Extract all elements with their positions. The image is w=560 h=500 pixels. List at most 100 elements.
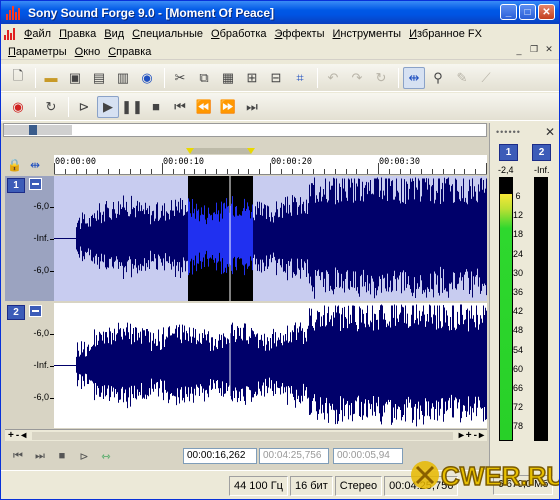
grip-icon[interactable]: ••••••	[496, 127, 521, 137]
zoom-in-button[interactable]: +	[8, 430, 14, 441]
waveform-channel-2[interactable]	[54, 303, 487, 428]
ruler-tick	[194, 169, 195, 174]
menu-item[interactable]: Обработка	[207, 28, 270, 40]
scroll-left-button[interactable]: ◂	[21, 430, 26, 441]
overview-thumb[interactable]	[4, 125, 72, 135]
selection-length-field[interactable]: 00:00:05,94	[333, 448, 403, 464]
scrub-icon[interactable]: ⇿	[95, 446, 117, 466]
peak-left-label[interactable]: -2,4	[498, 165, 514, 175]
play-all-icon[interactable]: ⊳	[73, 446, 95, 466]
go-start-icon[interactable]: ⏮	[169, 96, 191, 118]
channel-minimize-button[interactable]	[29, 178, 42, 190]
save-as-icon[interactable]: ▤	[88, 67, 110, 89]
time-ruler[interactable]: 00:00:00 00:00:10 00:00:20 00:00:30	[54, 155, 487, 175]
redo-icon[interactable]: ↷	[346, 67, 368, 89]
close-button[interactable]: ✕	[538, 4, 555, 20]
ruler-tick	[421, 169, 422, 174]
stop-icon[interactable]: ■	[145, 96, 167, 118]
go-end-icon[interactable]: ⏭	[29, 446, 51, 466]
play-icon[interactable]: ▶	[97, 95, 119, 118]
meter-channel-2-button[interactable]: 2	[532, 144, 551, 161]
selection-end-field[interactable]: 00:04:25,756	[259, 448, 329, 464]
magnify-tool-icon[interactable]: ⚲	[427, 67, 449, 89]
status-channels: Стерео	[334, 475, 383, 496]
zoom-in-right-button[interactable]: +	[466, 430, 472, 441]
overview-bar[interactable]	[3, 123, 487, 137]
loop-region[interactable]	[190, 148, 251, 154]
menu-item[interactable]: Специальные	[128, 28, 207, 40]
copy-icon[interactable]: ⧉	[193, 67, 215, 89]
ruler-tick	[313, 169, 314, 174]
ruler-tick	[54, 163, 55, 174]
new-icon[interactable]: 🗋	[7, 67, 29, 89]
mix-icon[interactable]: ⊞	[241, 67, 263, 89]
paste-icon[interactable]: ▦	[217, 67, 239, 89]
ruler-tick	[97, 169, 98, 174]
menu-doc-icon[interactable]	[4, 28, 18, 40]
menu-item[interactable]: Избранное FX	[405, 28, 486, 40]
stop-icon[interactable]: ■	[51, 446, 73, 466]
scroll-track[interactable]	[32, 431, 453, 440]
render-icon[interactable]: ▥	[112, 67, 134, 89]
close-icon[interactable]: ✕	[545, 125, 555, 139]
scroll-right-button[interactable]: ▸	[459, 430, 464, 441]
mdi-close-button[interactable]: ✕	[542, 43, 556, 56]
ruler-tick	[400, 169, 401, 174]
menu-item[interactable]: Параметры	[4, 46, 71, 58]
open-icon[interactable]: ▬	[40, 67, 62, 89]
cut-icon[interactable]: ✂	[169, 67, 191, 89]
main-window: Sony Sound Forge 9.0 - [Moment Of Peace]…	[0, 0, 560, 500]
go-start-icon[interactable]: ⏮	[7, 446, 29, 466]
rewind-icon[interactable]: ⏪	[193, 96, 215, 118]
pause-icon[interactable]: ❚❚	[121, 96, 143, 118]
waveform-channel-1[interactable]	[54, 176, 487, 301]
meter-channel-1-button[interactable]: 1	[499, 144, 518, 161]
crop-icon[interactable]: ⊟	[265, 67, 287, 89]
channel-button[interactable]: 2	[7, 305, 25, 320]
menu-item[interactable]: Инструменты	[329, 28, 406, 40]
menu-item[interactable]: Вид	[100, 28, 128, 40]
meter-scale-label: 78	[512, 421, 523, 432]
horizontal-scrollbar[interactable]: + - ◂ ▸ + - ▸	[5, 429, 487, 441]
scroll-end-button[interactable]: ▸	[479, 430, 484, 441]
menu-item[interactable]: Файл	[20, 28, 55, 40]
forward-icon[interactable]: ⏩	[217, 96, 239, 118]
level-meter-right	[534, 177, 548, 441]
loop-start-flag[interactable]	[186, 148, 194, 154]
ruler-tick	[270, 163, 271, 174]
publish-icon[interactable]: ◉	[136, 67, 158, 89]
pencil-tool-icon[interactable]: ✎	[451, 67, 473, 89]
trim-icon[interactable]: ⌗	[289, 67, 311, 89]
mdi-minimize-button[interactable]: _	[512, 43, 526, 56]
menu-item[interactable]: Эффекты	[270, 28, 328, 40]
peak-right-label[interactable]: -Inf.	[534, 165, 550, 175]
channel-button[interactable]: 1	[7, 178, 25, 193]
envelope-tool-icon[interactable]: ⟋	[475, 67, 497, 89]
watermark-text: CWER.RU	[441, 461, 560, 491]
zoom-out-right-button[interactable]: -	[474, 430, 477, 441]
zoom-out-button[interactable]: -	[16, 430, 19, 441]
meter-scale-label: 66	[512, 383, 523, 393]
go-end-icon[interactable]: ⏭	[241, 96, 263, 118]
minimize-button[interactable]: _	[500, 4, 517, 20]
playbar[interactable]	[1, 139, 489, 155]
play-all-icon[interactable]: ⊳	[73, 96, 95, 118]
maximize-button[interactable]: □	[519, 4, 536, 20]
undo-icon[interactable]: ↶	[322, 67, 344, 89]
menu-item[interactable]: Окно	[71, 46, 105, 58]
save-icon[interactable]: ▣	[64, 67, 86, 89]
menu-item[interactable]: Справка	[104, 46, 155, 58]
lock-icon[interactable]: 🔒	[7, 158, 22, 172]
loop-end-flag[interactable]	[247, 148, 255, 154]
db-label: -Inf.	[33, 233, 49, 243]
repeat-icon[interactable]: ↻	[370, 67, 392, 89]
cursor-position-field[interactable]: 00:00:16,262	[183, 448, 257, 464]
mdi-restore-button[interactable]: ❐	[527, 43, 541, 56]
loop-icon[interactable]: ↻	[40, 96, 62, 118]
ruler-tick	[486, 163, 487, 174]
menu-item[interactable]: Правка	[55, 28, 100, 40]
edit-tool-icon[interactable]: ⇹	[403, 66, 425, 89]
snap-icon[interactable]: ⇹	[30, 158, 40, 172]
record-icon[interactable]: ◉	[7, 96, 29, 118]
channel-minimize-button[interactable]	[29, 305, 42, 317]
